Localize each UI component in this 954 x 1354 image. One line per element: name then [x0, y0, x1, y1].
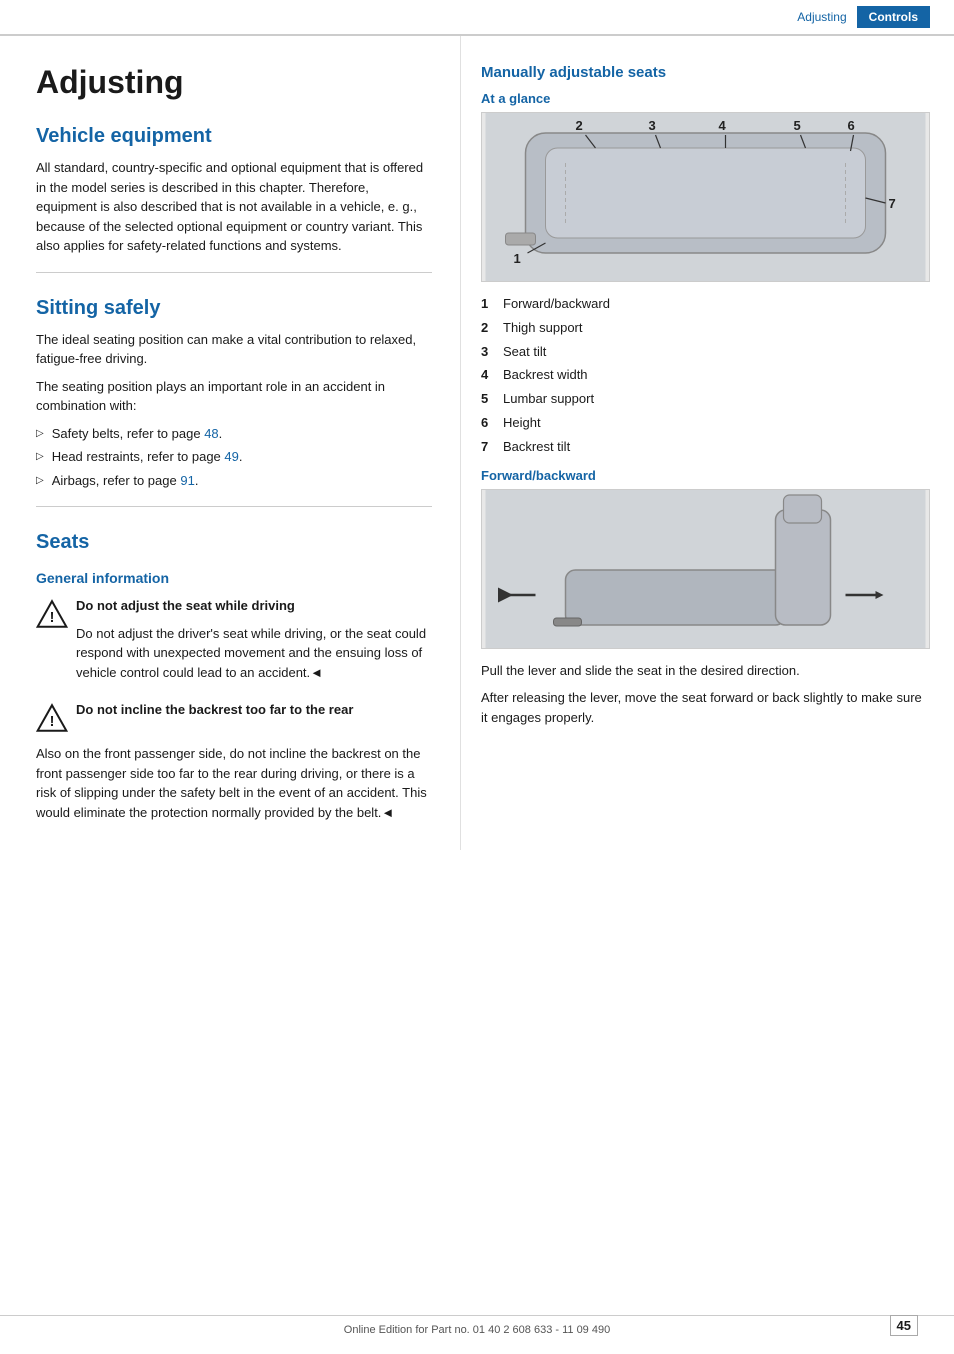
breadcrumb: Adjusting Controls [0, 0, 954, 36]
svg-text:1: 1 [514, 251, 521, 266]
num-1: 1 [481, 294, 503, 315]
seat-feature-2: 2 Thigh support [481, 318, 930, 339]
forward-backward-body2: After releasing the lever, move the seat… [481, 688, 930, 727]
num-6: 6 [481, 413, 503, 434]
seat-feature-1: 1 Forward/backward [481, 294, 930, 315]
list-item-head-restraints: Head restraints, refer to page 49. [36, 447, 432, 467]
at-a-glance-heading: At a glance [481, 91, 930, 106]
right-column: Manually adjustable seats At a glance 1 [460, 36, 954, 850]
seat-top-view-diagram: 1 2 3 4 5 6 7 [481, 112, 930, 282]
manually-adjustable-seats-heading: Manually adjustable seats [481, 64, 930, 81]
page-footer: Online Edition for Part no. 01 40 2 608 … [0, 1315, 954, 1336]
sitting-safely-list: Safety belts, refer to page 48. Head res… [36, 424, 432, 491]
label-3: Seat tilt [503, 342, 546, 363]
vehicle-equipment-heading: Vehicle equipment [36, 125, 432, 148]
seats-heading: Seats [36, 531, 432, 554]
svg-text:5: 5 [794, 118, 801, 133]
label-1: Forward/backward [503, 294, 610, 315]
num-2: 2 [481, 318, 503, 339]
warning-2-content: Do not incline the backrest too far to t… [76, 700, 353, 728]
sitting-safely-heading: Sitting safely [36, 297, 432, 320]
warning-2-body: Also on the front passenger side, do not… [36, 744, 432, 822]
breadcrumb-controls: Controls [857, 6, 930, 28]
seat-features-list: 1 Forward/backward 2 Thigh support 3 Sea… [481, 294, 930, 458]
seat-feature-4: 4 Backrest width [481, 365, 930, 386]
section-divider-1 [36, 272, 432, 273]
breadcrumb-adjusting: Adjusting [787, 6, 856, 28]
svg-text:6: 6 [848, 118, 855, 133]
warning-icon-2: ! [36, 702, 68, 734]
sitting-safely-intro1: The ideal seating position can make a vi… [36, 330, 432, 369]
list-item-safety-belts: Safety belts, refer to page 48. [36, 424, 432, 444]
num-5: 5 [481, 389, 503, 410]
seat-feature-6: 6 Height [481, 413, 930, 434]
general-information-heading: General information [36, 570, 432, 586]
seat-side-view-diagram [481, 489, 930, 649]
warning-1-body: Do not adjust the driver's seat while dr… [76, 624, 432, 683]
list-item-label: Safety belts, refer to page 48. [52, 424, 223, 444]
list-item-airbags: Airbags, refer to page 91. [36, 471, 432, 491]
vehicle-equipment-body: All standard, country-specific and optio… [36, 158, 432, 256]
num-7: 7 [481, 437, 503, 458]
link-page-48[interactable]: 48 [204, 426, 218, 441]
svg-text:!: ! [50, 714, 55, 730]
label-7: Backrest tilt [503, 437, 570, 458]
seat-feature-5: 5 Lumbar support [481, 389, 930, 410]
num-4: 4 [481, 365, 503, 386]
left-column: Adjusting Vehicle equipment All standard… [0, 36, 460, 850]
seat-feature-3: 3 Seat tilt [481, 342, 930, 363]
forward-backward-heading: Forward/backward [481, 468, 930, 483]
page-content: Adjusting Vehicle equipment All standard… [0, 36, 954, 850]
warning-2-title: Do not incline the backrest too far to t… [76, 700, 353, 720]
label-6: Height [503, 413, 541, 434]
num-3: 3 [481, 342, 503, 363]
svg-text:!: ! [50, 610, 55, 626]
link-page-49[interactable]: 49 [224, 449, 238, 464]
section-divider-2 [36, 506, 432, 507]
sitting-safely-intro2: The seating position plays an important … [36, 377, 432, 416]
label-4: Backrest width [503, 365, 588, 386]
page-number: 45 [890, 1315, 918, 1336]
warning-box-2: ! Do not incline the backrest too far to… [36, 700, 432, 734]
svg-text:3: 3 [649, 118, 656, 133]
footer-text: Online Edition for Part no. 01 40 2 608 … [344, 1324, 610, 1336]
list-item-label: Airbags, refer to page 91. [52, 471, 199, 491]
svg-text:7: 7 [889, 196, 896, 211]
forward-backward-body1: Pull the lever and slide the seat in the… [481, 661, 930, 681]
warning-box-1: ! Do not adjust the seat while driving D… [36, 596, 432, 690]
warning-1-title: Do not adjust the seat while driving [76, 596, 432, 616]
list-item-label: Head restraints, refer to page 49. [52, 447, 243, 467]
seat-feature-7: 7 Backrest tilt [481, 437, 930, 458]
label-5: Lumbar support [503, 389, 594, 410]
page-title: Adjusting [36, 64, 432, 101]
link-page-91[interactable]: 91 [180, 473, 194, 488]
label-2: Thigh support [503, 318, 583, 339]
warning-icon-1: ! [36, 598, 68, 630]
svg-text:2: 2 [576, 118, 583, 133]
warning-1-content: Do not adjust the seat while driving Do … [76, 596, 432, 690]
svg-text:4: 4 [719, 118, 727, 133]
